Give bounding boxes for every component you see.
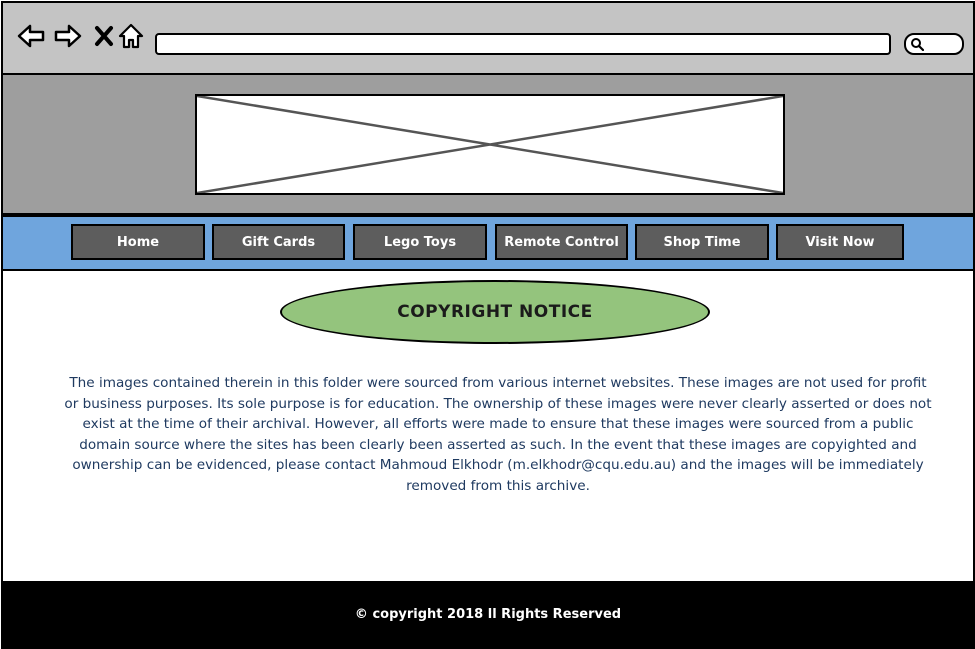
nav-item-home[interactable]: Home <box>71 224 205 260</box>
back-arrow-icon[interactable] <box>16 21 46 51</box>
nav-item-label: Gift Cards <box>241 234 316 250</box>
address-bar[interactable] <box>155 33 891 55</box>
close-icon[interactable] <box>89 21 119 51</box>
nav-item-label: Visit Now <box>805 234 875 250</box>
copyright-notice-text: The images contained therein in this fol… <box>64 375 932 494</box>
nav-item-lego-toys[interactable]: Lego Toys <box>353 224 487 260</box>
footer-copyright: © copyright 2018 ll Rights Reserved <box>354 606 622 622</box>
nav-item-remote-control[interactable]: Remote Control <box>495 224 628 260</box>
home-icon[interactable] <box>116 21 146 51</box>
main-navigation: Home Gift Cards Lego Toys Remote Control… <box>3 215 973 271</box>
banner-image-placeholder <box>195 94 785 195</box>
nav-item-visit-now[interactable]: Visit Now <box>776 224 904 260</box>
search-icon <box>911 38 924 51</box>
nav-item-shop-time[interactable]: Shop Time <box>635 224 769 260</box>
nav-item-label: Remote Control <box>504 234 619 250</box>
site-footer: © copyright 2018 ll Rights Reserved <box>3 581 973 647</box>
nav-item-label: Lego Toys <box>383 234 457 250</box>
forward-arrow-icon[interactable] <box>53 21 83 51</box>
browser-toolbar <box>3 3 973 75</box>
browser-window: Home Gift Cards Lego Toys Remote Control… <box>1 1 975 649</box>
page-title: COPYRIGHT NOTICE <box>280 280 710 344</box>
search-input[interactable] <box>904 33 964 55</box>
site-header <box>3 75 973 215</box>
nav-item-gift-cards[interactable]: Gift Cards <box>212 224 345 260</box>
nav-item-label: Shop Time <box>663 234 741 250</box>
nav-item-label: Home <box>116 234 160 250</box>
